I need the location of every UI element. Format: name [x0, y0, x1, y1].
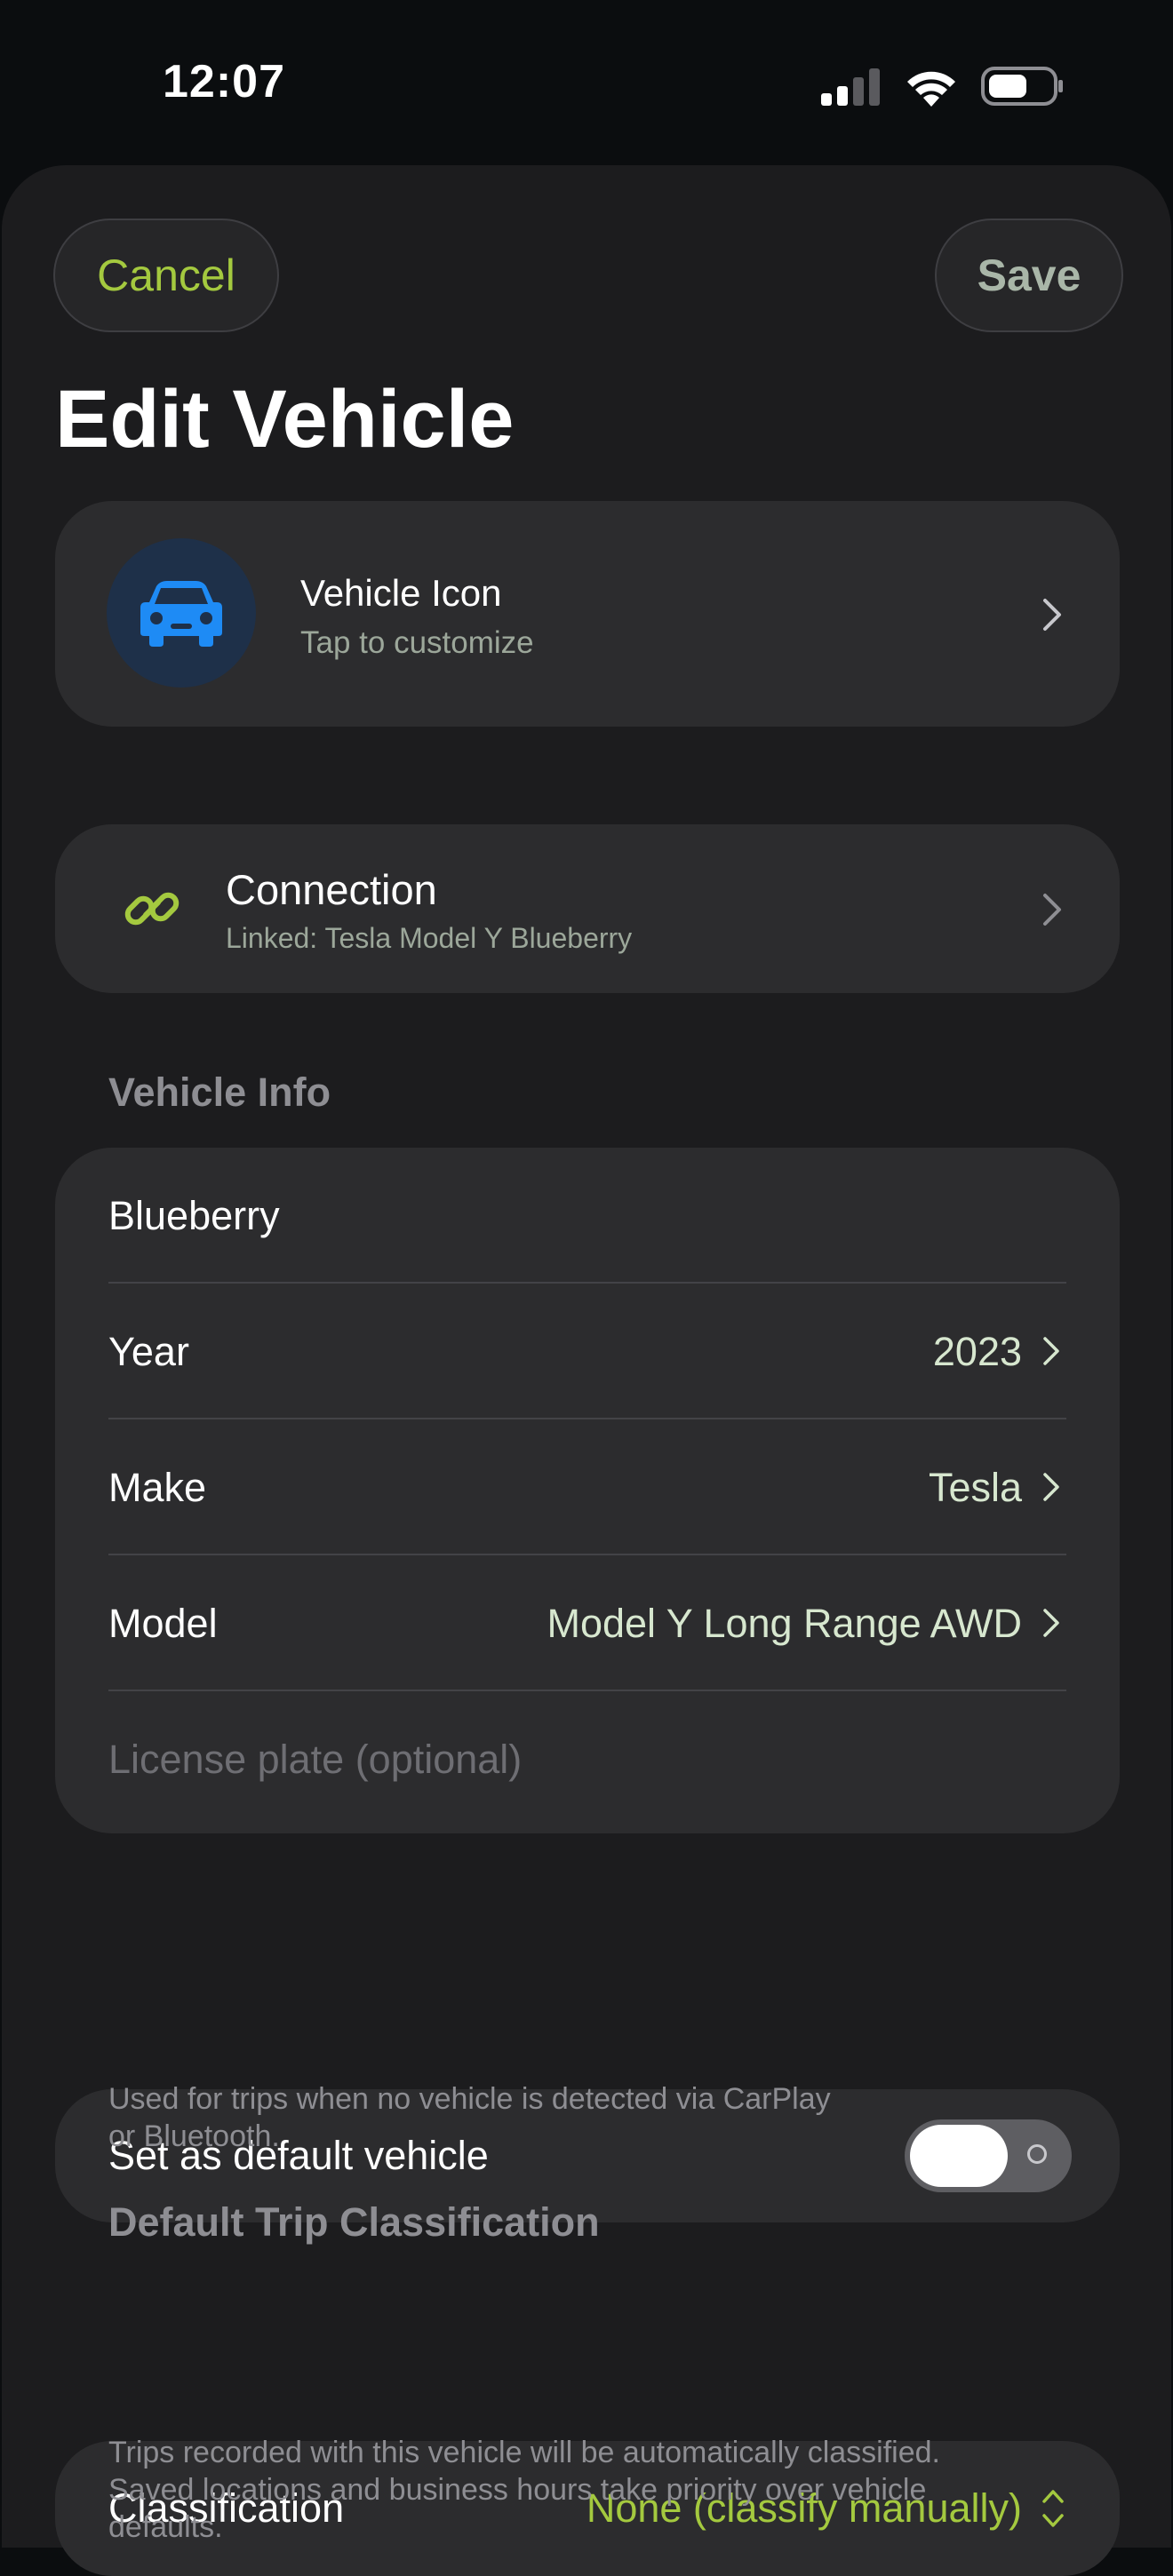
vehicle-name-field[interactable]: Blueberry — [108, 1148, 1066, 1284]
year-label: Year — [108, 1328, 189, 1374]
chevron-right-icon — [1043, 894, 1061, 926]
default-vehicle-toggle[interactable] — [905, 2119, 1072, 2192]
signal-icon — [821, 68, 880, 106]
make-row[interactable]: Make Tesla — [108, 1419, 1066, 1555]
footnote-line: Trips recorded with this vehicle will be… — [108, 2436, 940, 2469]
vehicle-icon-title: Vehicle Icon — [300, 572, 502, 614]
footnote-line: or Bluetooth. — [108, 2119, 280, 2153]
license-plate-placeholder: License plate (optional) — [108, 1736, 523, 1782]
vehicle-info-header: Vehicle Info — [108, 1069, 331, 1115]
status-icons — [821, 64, 1065, 108]
footnote-line: Saved locations and business hours take … — [108, 2473, 927, 2507]
cancel-button[interactable]: Cancel — [53, 219, 279, 332]
toggle-off-icon — [1027, 2144, 1047, 2164]
license-plate-input[interactable]: License plate (optional) — [108, 1691, 1066, 1827]
vehicle-icon-avatar — [107, 538, 256, 688]
make-value: Tesla — [928, 1464, 1022, 1510]
footnote-line: Used for trips when no vehicle is detect… — [108, 2082, 831, 2116]
chevron-right-icon — [1043, 1337, 1059, 1365]
link-icon — [124, 892, 180, 926]
vehicle-icon-subtitle: Tap to customize — [300, 625, 534, 660]
model-value: Model Y Long Range AWD — [547, 1600, 1022, 1646]
car-icon — [140, 581, 222, 647]
connection-card[interactable]: Connection Linked: Tesla Model Y Blueber… — [55, 824, 1120, 993]
connection-title: Connection — [226, 866, 437, 913]
model-label: Model — [108, 1600, 218, 1646]
toggle-knob — [910, 2125, 1008, 2187]
classification-footnote: Trips recorded with this vehicle will be… — [108, 2434, 940, 2546]
status-bar: 12:07 — [0, 0, 1173, 165]
vehicle-info-card: Blueberry Year 2023 Make Tesla Model Mod… — [55, 1148, 1120, 1833]
classification-header: Default Trip Classification — [108, 2199, 600, 2245]
status-time: 12:07 — [163, 56, 285, 107]
model-row[interactable]: Model Model Y Long Range AWD — [108, 1555, 1066, 1691]
chevron-right-icon — [1043, 599, 1061, 631]
footnote-line: defaults. — [108, 2510, 223, 2544]
edit-vehicle-sheet: Cancel Save Edit Vehicle Vehicle Icon Ta… — [2, 165, 1171, 2576]
page-title: Edit Vehicle — [55, 374, 515, 465]
make-label: Make — [108, 1464, 207, 1510]
year-value: 2023 — [932, 1328, 1022, 1374]
connection-subtitle: Linked: Tesla Model Y Blueberry — [226, 922, 633, 954]
chevron-up-down-icon — [1042, 2490, 1064, 2527]
year-row[interactable]: Year 2023 — [108, 1284, 1066, 1419]
save-button[interactable]: Save — [935, 219, 1123, 332]
vehicle-icon-card[interactable]: Vehicle Icon Tap to customize — [55, 501, 1120, 727]
battery-icon — [981, 67, 1063, 106]
wifi-icon — [907, 71, 955, 107]
default-vehicle-footnote: Used for trips when no vehicle is detect… — [108, 2080, 831, 2155]
chevron-right-icon — [1043, 1473, 1059, 1501]
chevron-right-icon — [1043, 1609, 1059, 1637]
vehicle-name-value: Blueberry — [108, 1192, 280, 1238]
